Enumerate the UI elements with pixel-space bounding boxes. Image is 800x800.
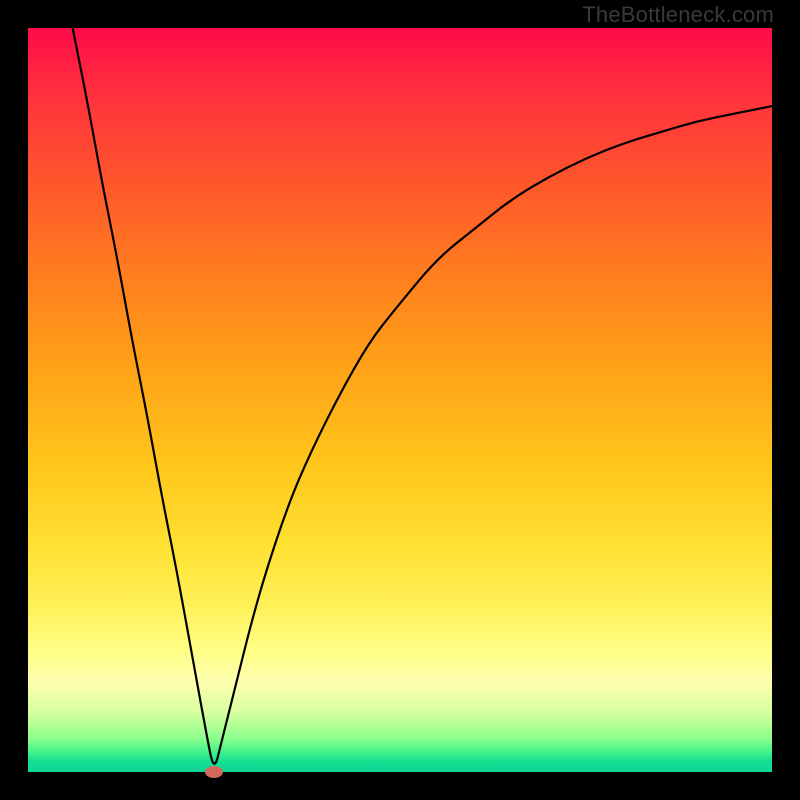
curve-svg [28,28,772,772]
watermark-text: TheBottleneck.com [582,2,774,28]
bottleneck-curve [73,28,772,764]
minimum-marker [205,766,223,778]
plot-area [28,28,772,772]
chart-frame: TheBottleneck.com [0,0,800,800]
